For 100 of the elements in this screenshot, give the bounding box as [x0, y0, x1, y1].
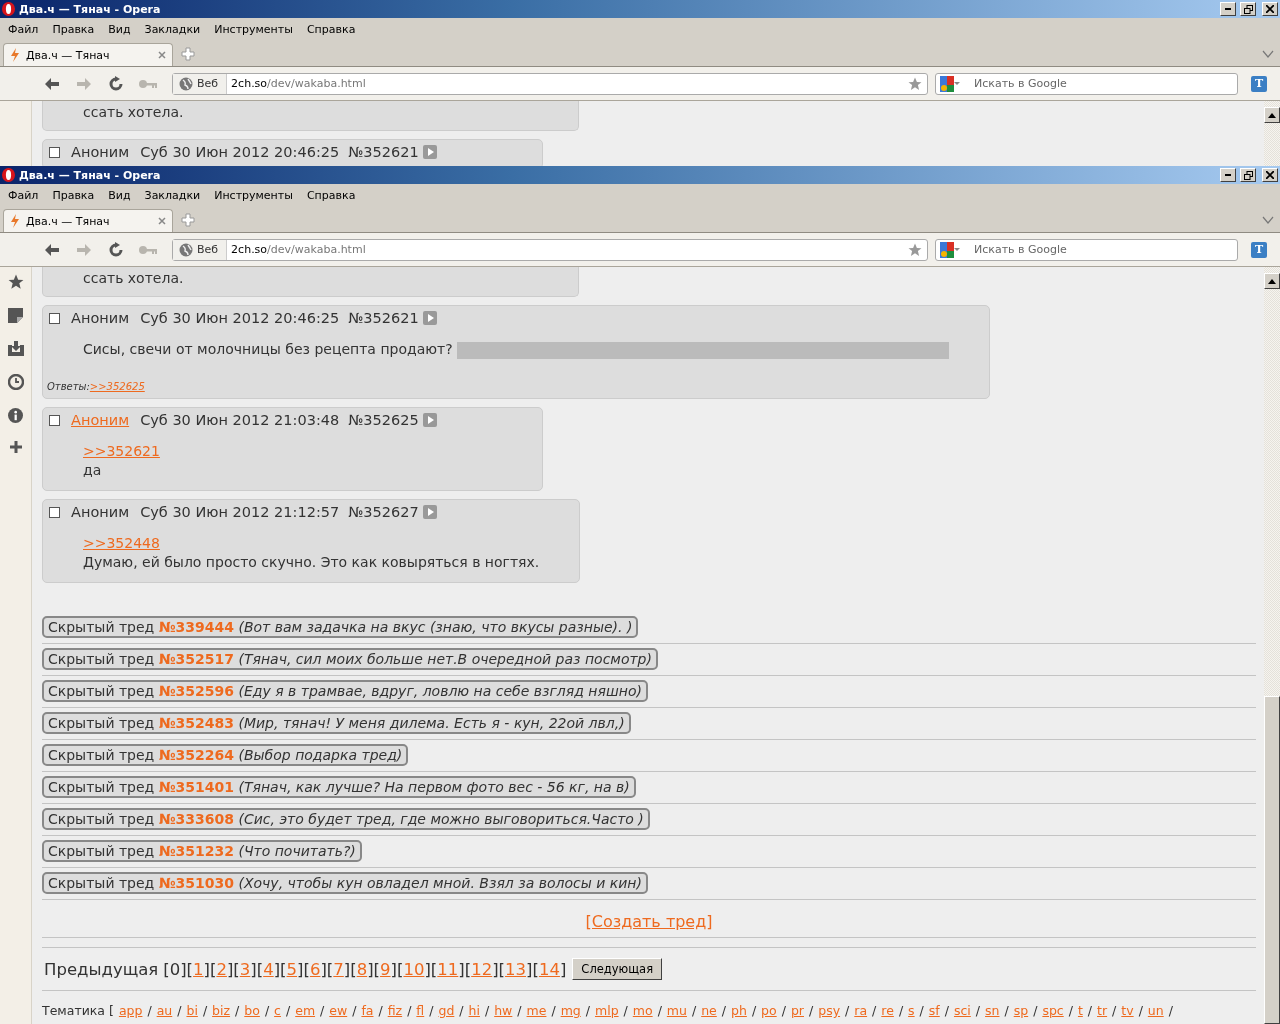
board-link[interactable]: t: [1077, 1003, 1083, 1018]
board-link[interactable]: fa: [361, 1003, 374, 1018]
search-field[interactable]: Искать в Google: [935, 238, 1238, 261]
page-link[interactable]: 2: [216, 959, 227, 979]
page-link[interactable]: 14: [538, 959, 560, 979]
board-link[interactable]: biz: [212, 1003, 231, 1018]
close-button[interactable]: [1262, 2, 1278, 16]
back-button[interactable]: [44, 242, 60, 257]
play-icon[interactable]: [422, 505, 437, 519]
hidden-thread-button[interactable]: Скрытый тред №351232 (Что почитать?): [42, 840, 362, 862]
board-link[interactable]: app: [118, 1003, 143, 1018]
hidden-thread-button[interactable]: Скрытый тред №351401 (Тянач, как лучше? На первом фото вес - 56 кг, на в): [42, 776, 636, 798]
menu-item[interactable]: Правка: [45, 189, 102, 202]
board-link[interactable]: ph: [731, 1003, 747, 1018]
board-link[interactable]: po: [761, 1003, 777, 1018]
menu-item[interactable]: Файл: [1, 189, 46, 202]
page-link[interactable]: 3: [239, 959, 251, 979]
hidden-thread-button[interactable]: Скрытый тред №352264 (Выбор подарка тред): [42, 744, 409, 766]
post-number[interactable]: №352627: [348, 504, 419, 520]
post-checkbox[interactable]: [49, 506, 60, 518]
menu-item[interactable]: Справка: [299, 189, 363, 202]
search-engine-icon[interactable]: [940, 241, 960, 258]
minimize-button[interactable]: [1220, 168, 1236, 182]
web-badge[interactable]: Веб: [173, 73, 228, 94]
post-checkbox[interactable]: [49, 312, 60, 324]
scrollbar[interactable]: [1264, 101, 1280, 166]
post-number[interactable]: №352625: [348, 412, 419, 428]
board-link[interactable]: bi: [186, 1003, 198, 1018]
star-icon[interactable]: [908, 76, 922, 91]
hidden-thread-button[interactable]: Скрытый тред №351030 (Хочу, чтобы кун овладел мной. Взял за волосы и кин): [42, 872, 648, 894]
tab-menu-icon[interactable]: [1262, 216, 1274, 224]
arrow-up-icon[interactable]: [1268, 278, 1276, 284]
page-link[interactable]: 4: [263, 959, 274, 979]
board-link[interactable]: ew: [329, 1003, 348, 1018]
extension-button[interactable]: T: [1251, 241, 1267, 258]
board-link[interactable]: sf: [928, 1003, 940, 1018]
page-link[interactable]: 9: [380, 959, 391, 979]
arrow-up-icon[interactable]: [1268, 112, 1276, 118]
board-link[interactable]: me: [526, 1003, 547, 1018]
board-link[interactable]: mlp: [595, 1003, 619, 1018]
page-link[interactable]: 10: [403, 959, 425, 979]
board-link[interactable]: mo: [632, 1003, 653, 1018]
page-link[interactable]: 7: [333, 959, 344, 979]
page-link[interactable]: 11: [437, 959, 459, 979]
note-icon[interactable]: [8, 308, 23, 323]
search-engine-icon[interactable]: [940, 75, 960, 92]
search-field[interactable]: Искать в Google: [935, 72, 1238, 95]
board-link[interactable]: psy: [818, 1003, 841, 1018]
hidden-thread-button[interactable]: Скрытый тред №352517 (Тянач, сил моих больше нет.В очередной раз посмотр): [42, 648, 658, 670]
tab-menu-icon[interactable]: [1262, 50, 1274, 58]
page-link[interactable]: 1: [193, 959, 204, 979]
browser-tab[interactable]: Два.ч — Тянач: [3, 209, 173, 232]
star-icon[interactable]: [7, 274, 24, 290]
close-icon[interactable]: [158, 217, 166, 225]
menu-item[interactable]: Закладки: [137, 189, 208, 202]
board-link[interactable]: sn: [985, 1003, 1000, 1018]
address-field[interactable]: Веб 2ch.so/dev/wakaba.html: [172, 238, 928, 261]
menu-item[interactable]: Справка: [299, 23, 363, 36]
board-link[interactable]: fiz: [387, 1003, 403, 1018]
next-button[interactable]: Следующая: [572, 958, 663, 980]
menu-item[interactable]: Вид: [101, 23, 138, 36]
page-link[interactable]: 6: [309, 959, 321, 979]
board-link[interactable]: tv: [1121, 1003, 1134, 1018]
add-icon[interactable]: [9, 441, 22, 453]
minimize-button[interactable]: [1220, 2, 1236, 16]
board-link[interactable]: bo: [244, 1003, 260, 1018]
board-link[interactable]: ra: [854, 1003, 868, 1018]
board-link[interactable]: s: [908, 1003, 915, 1018]
browser-tab[interactable]: Два.ч — Тянач: [3, 43, 173, 66]
page-link[interactable]: 5: [286, 959, 298, 979]
extension-button[interactable]: T: [1251, 75, 1267, 92]
scrollbar[interactable]: [1264, 267, 1280, 1024]
board-link[interactable]: mg: [560, 1003, 581, 1018]
reload-button[interactable]: [108, 241, 124, 258]
hidden-thread-button[interactable]: Скрытый тред №352483 (Мир, тянач! У меня дилема. Есть я - кун, 22ой лвл,): [42, 712, 631, 734]
board-link[interactable]: em: [295, 1003, 316, 1018]
page-link[interactable]: 13: [505, 959, 527, 979]
web-badge[interactable]: Веб: [173, 239, 228, 260]
back-button[interactable]: [44, 76, 60, 91]
board-link[interactable]: gd: [438, 1003, 455, 1018]
board-link[interactable]: hi: [468, 1003, 480, 1018]
post-checkbox[interactable]: [49, 414, 60, 426]
board-link[interactable]: re: [881, 1003, 894, 1018]
board-link[interactable]: ne: [701, 1003, 717, 1018]
board-link[interactable]: fl: [416, 1003, 425, 1018]
close-button[interactable]: [1262, 168, 1278, 182]
close-icon[interactable]: [158, 51, 166, 59]
board-link[interactable]: sp: [1013, 1003, 1029, 1018]
board-link[interactable]: au: [156, 1003, 173, 1018]
page-link[interactable]: 8: [356, 959, 368, 979]
poster-name-link[interactable]: Аноним: [71, 412, 130, 428]
create-thread-link[interactable]: [Создать тред]: [585, 912, 713, 931]
play-icon[interactable]: [422, 145, 437, 159]
board-link[interactable]: pr: [790, 1003, 804, 1018]
menu-item[interactable]: Закладки: [137, 23, 208, 36]
page-link[interactable]: 0: [169, 959, 181, 979]
board-link[interactable]: hw: [494, 1003, 513, 1018]
download-icon[interactable]: [7, 341, 24, 356]
board-link[interactable]: tr: [1097, 1003, 1108, 1018]
post-checkbox[interactable]: [49, 146, 60, 158]
